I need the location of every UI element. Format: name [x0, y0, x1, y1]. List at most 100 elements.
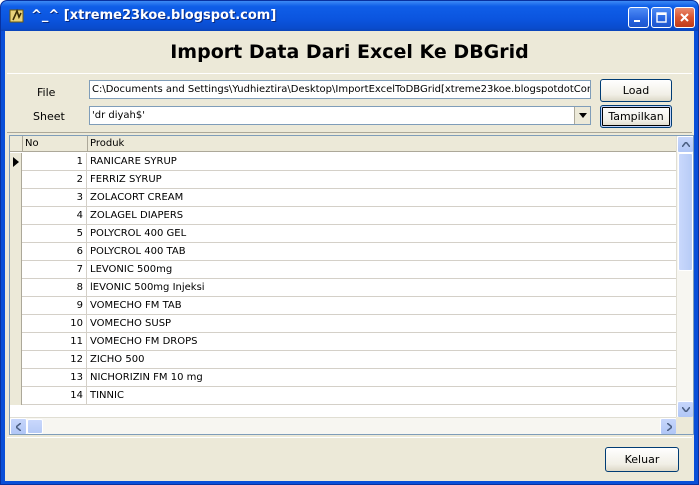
table-row[interactable]: 1 RANICARE SYRUP: [10, 153, 677, 171]
cell-no[interactable]: 13: [23, 369, 87, 387]
table-row[interactable]: 7 LEVONIC 500mg: [10, 261, 677, 279]
cell-produk[interactable]: FERRIZ SYRUP: [88, 171, 162, 189]
scroll-corner: [676, 417, 693, 434]
table-row[interactable]: 6 POLYCROL 400 TAB: [10, 243, 677, 261]
client-area: Import Data Dari Excel Ke DBGrid File C:…: [5, 31, 694, 481]
file-path-field[interactable]: C:\Documents and Settings\Yudhieztira\De…: [89, 80, 591, 99]
table-row[interactable]: 13 NICHORIZIN FM 10 mg: [10, 369, 677, 387]
chevron-left-icon: [16, 423, 21, 431]
table-row[interactable]: 11 VOMECHO FM DROPS: [10, 333, 677, 351]
vertical-scrollbar[interactable]: [676, 136, 693, 418]
cell-no[interactable]: 10: [23, 315, 87, 333]
minimize-button[interactable]: [628, 7, 649, 28]
close-icon: [680, 13, 689, 22]
scroll-left-button[interactable]: [10, 418, 27, 434]
cell-no[interactable]: 6: [23, 243, 87, 261]
row-indicator[interactable]: [10, 351, 22, 369]
maximize-icon: [656, 12, 667, 23]
row-indicator[interactable]: [10, 225, 22, 243]
file-label: File: [37, 86, 56, 99]
vertical-scroll-thumb[interactable]: [678, 153, 693, 271]
row-indicator[interactable]: [10, 297, 22, 315]
chevron-down-icon: [579, 113, 587, 118]
column-header-no[interactable]: No: [23, 136, 88, 152]
row-indicator[interactable]: [10, 333, 22, 351]
table-row[interactable]: 3 ZOLACORT CREAM: [10, 189, 677, 207]
cell-no[interactable]: 8: [23, 279, 87, 297]
app-window: ^_^ [xtreme23koe.blogspot.com] Import Da…: [0, 0, 699, 485]
cell-no[interactable]: 11: [23, 333, 87, 351]
cell-produk[interactable]: ZOLAGEL DIAPERS: [88, 207, 183, 225]
row-indicator[interactable]: [10, 207, 22, 225]
cell-produk[interactable]: ZICHO 500: [88, 351, 144, 369]
delphi-app-icon[interactable]: [9, 8, 25, 24]
horizontal-scrollbar[interactable]: [10, 417, 677, 434]
grid-rows: 1 RANICARE SYRUP 2 FERRIZ SYRUP 3 ZOLACORT CR…: [10, 153, 677, 405]
row-indicator[interactable]: [10, 261, 22, 279]
cell-produk[interactable]: RANICARE SYRUP: [88, 153, 177, 171]
row-indicator[interactable]: [10, 153, 22, 171]
cell-no[interactable]: 2: [23, 171, 87, 189]
minimize-icon: [634, 20, 640, 22]
row-indicator[interactable]: [10, 369, 22, 387]
row-indicator[interactable]: [10, 315, 22, 333]
cell-no[interactable]: 5: [23, 225, 87, 243]
maximize-button[interactable]: [651, 7, 672, 28]
column-header-produk[interactable]: Produk: [88, 136, 677, 152]
show-button[interactable]: Tampilkan: [600, 105, 672, 128]
close-button[interactable]: [674, 7, 695, 28]
title-bar[interactable]: ^_^ [xtreme23koe.blogspot.com]: [1, 1, 698, 31]
row-pointer-icon: [13, 157, 19, 167]
chevron-up-icon: [682, 142, 690, 147]
import-panel: File C:\Documents and Settings\Yudhiezti…: [7, 73, 692, 133]
row-indicator[interactable]: [10, 279, 22, 297]
cell-produk[interactable]: VOMECHO SUSP: [88, 315, 171, 333]
close-app-button[interactable]: Keluar: [605, 447, 679, 472]
scroll-right-button[interactable]: [660, 418, 677, 434]
scroll-up-button[interactable]: [677, 136, 693, 153]
cell-produk[interactable]: LEVONIC 500mg: [88, 261, 172, 279]
cell-produk[interactable]: NICHORIZIN FM 10 mg: [88, 369, 203, 387]
dbgrid[interactable]: No Produk 1 RANICARE SYRUP 2 FERRIZ SYRUP 3 Z…: [9, 135, 694, 435]
horizontal-scroll-thumb[interactable]: [27, 419, 43, 434]
sheet-selected-value: 'dr diyah$': [92, 110, 146, 121]
dropdown-button[interactable]: [574, 107, 590, 124]
table-row[interactable]: 9 VOMECHO FM TAB: [10, 297, 677, 315]
table-row[interactable]: 8 lEVONIC 500mg Injeksi: [10, 279, 677, 297]
table-row[interactable]: 4 ZOLAGEL DIAPERS: [10, 207, 677, 225]
page-title: Import Data Dari Excel Ke DBGrid: [170, 41, 529, 63]
load-button[interactable]: Load: [600, 79, 672, 102]
cell-no[interactable]: 1: [23, 153, 87, 171]
cell-produk[interactable]: TINNIC: [88, 387, 124, 405]
header-indicator: [10, 136, 23, 152]
row-indicator[interactable]: [10, 189, 22, 207]
cell-no[interactable]: 12: [23, 351, 87, 369]
sheet-combobox[interactable]: 'dr diyah$': [89, 106, 591, 125]
row-indicator[interactable]: [10, 171, 22, 189]
cell-no[interactable]: 3: [23, 189, 87, 207]
sheet-label: Sheet: [33, 110, 65, 123]
chevron-down-icon: [682, 407, 690, 412]
cell-produk[interactable]: VOMECHO FM DROPS: [88, 333, 198, 351]
cell-no[interactable]: 4: [23, 207, 87, 225]
table-row[interactable]: 10 VOMECHO SUSP: [10, 315, 677, 333]
cell-produk[interactable]: ZOLACORT CREAM: [88, 189, 183, 207]
row-indicator[interactable]: [10, 387, 22, 405]
footer-panel: Keluar: [7, 437, 692, 479]
cell-produk[interactable]: POLYCROL 400 TAB: [88, 243, 186, 261]
cell-no[interactable]: 9: [23, 297, 87, 315]
table-row[interactable]: 14 TINNIC: [10, 387, 677, 405]
scroll-down-button[interactable]: [677, 401, 693, 418]
cell-produk[interactable]: POLYCROL 400 GEL: [88, 225, 186, 243]
grid-header: No Produk: [10, 136, 677, 152]
cell-produk[interactable]: VOMECHO FM TAB: [88, 297, 182, 315]
table-row[interactable]: 5 POLYCROL 400 GEL: [10, 225, 677, 243]
cell-no[interactable]: 14: [23, 387, 87, 405]
window-title: ^_^ [xtreme23koe.blogspot.com]: [31, 8, 277, 23]
chevron-right-icon: [667, 423, 672, 431]
table-row[interactable]: 12 ZICHO 500: [10, 351, 677, 369]
cell-produk[interactable]: lEVONIC 500mg Injeksi: [88, 279, 205, 297]
row-indicator[interactable]: [10, 243, 22, 261]
cell-no[interactable]: 7: [23, 261, 87, 279]
table-row[interactable]: 2 FERRIZ SYRUP: [10, 171, 677, 189]
